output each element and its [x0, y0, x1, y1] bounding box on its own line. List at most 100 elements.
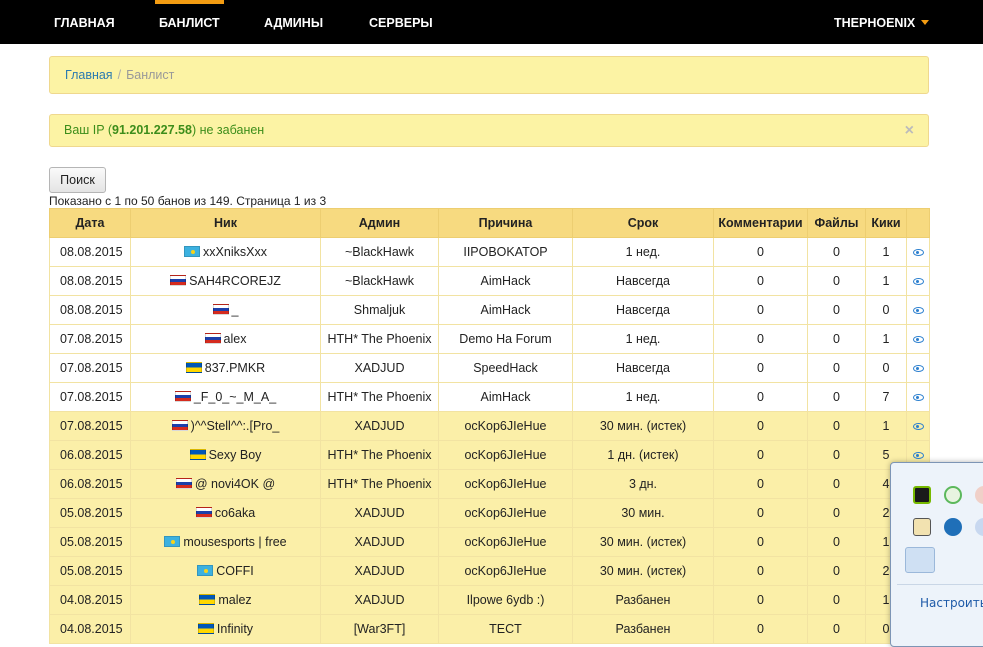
- nav-servers[interactable]: Серверы: [369, 0, 433, 44]
- top-navbar: Главная Банлист Админы Серверы ThePhoeni…: [0, 0, 983, 44]
- eye-icon[interactable]: [912, 452, 924, 460]
- eye-icon[interactable]: [912, 278, 924, 286]
- close-icon[interactable]: ×: [905, 115, 914, 146]
- cell-admin: HTH* The Phoenix: [320, 324, 439, 354]
- cell-term: 30 мин. (истек): [572, 556, 714, 586]
- app-icon[interactable]: [975, 486, 983, 504]
- safely-remove-icon[interactable]: [905, 547, 935, 573]
- cell-view: [906, 237, 930, 267]
- cell-term: 1 нед.: [572, 382, 714, 412]
- cell-files: 0: [807, 353, 866, 383]
- table-row[interactable]: 07.08.2015 837.PMKR XADJUD SpeedHack Навсегд…: [49, 353, 930, 383]
- cell-date: 07.08.2015: [49, 382, 131, 412]
- cell-reason: AimHack: [438, 382, 573, 412]
- table-row[interactable]: 07.08.2015 _F_0_~_M_A_ HTH* The Phoenix Aim…: [49, 382, 930, 412]
- cell-kicks: 1: [865, 324, 907, 354]
- flag-kz-icon: [164, 536, 181, 547]
- search-button[interactable]: Поиск: [49, 167, 106, 193]
- cell-admin: ~BlackHawk: [320, 237, 439, 267]
- col-view-header: [906, 208, 930, 238]
- nick-text: SAH4RCOREJZ: [189, 274, 281, 288]
- eye-icon[interactable]: [912, 307, 924, 315]
- cell-term: Навсегда: [572, 266, 714, 296]
- cell-term: 30 мин.: [572, 498, 714, 528]
- breadcrumb: Главная / Банлист: [49, 56, 929, 94]
- flag-ua-icon: [199, 594, 216, 605]
- col-kicks-header[interactable]: Кики: [865, 208, 907, 238]
- cell-files: 0: [807, 295, 866, 325]
- cell-reason: SpeedHack: [438, 353, 573, 383]
- nvidia-icon[interactable]: [913, 486, 931, 504]
- cell-files: 0: [807, 556, 866, 586]
- table-row[interactable]: 05.08.2015 mousesports | free XADJUD ocKop6…: [49, 527, 930, 557]
- col-nick-header[interactable]: Ник: [130, 208, 321, 238]
- table-row[interactable]: 07.08.2015 alex HTH* The Phoenix Demo Ha Fo…: [49, 324, 930, 354]
- table-row[interactable]: 08.08.2015 _ Shmaljuk AimHack Навсегда 0 0 0: [49, 295, 930, 325]
- cell-admin: HTH* The Phoenix: [320, 382, 439, 412]
- bluetooth-icon[interactable]: [975, 518, 983, 536]
- table-row[interactable]: 08.08.2015 xxXniksXxx ~BlackHawk IIPOBOKATO…: [49, 237, 930, 267]
- tray-customize-link[interactable]: Настроить...: [920, 596, 983, 610]
- cell-term: Разбанен: [572, 585, 714, 615]
- nav-home[interactable]: Главная: [54, 0, 115, 44]
- table-row[interactable]: 08.08.2015 SAH4RCOREJZ ~BlackHawk AimHack На…: [49, 266, 930, 296]
- col-comments-header[interactable]: Комментарии: [713, 208, 808, 238]
- cell-files: 0: [807, 527, 866, 557]
- cell-comments: 0: [713, 585, 808, 615]
- cell-kicks: 0: [865, 295, 907, 325]
- nick-text: alex: [223, 332, 247, 346]
- user-menu[interactable]: ThePhoenix: [834, 0, 930, 44]
- col-admin-header[interactable]: Админ: [320, 208, 439, 238]
- cell-nick: COFFI: [130, 556, 321, 586]
- banlist-table-wrapper: Дата Ник Админ Причина Срок Комментарии …: [49, 208, 930, 644]
- eye-icon[interactable]: [912, 423, 924, 431]
- eye-icon[interactable]: [912, 394, 924, 402]
- table-row[interactable]: 05.08.2015 COFFI XADJUD ocKop6JIeHue 30 мин.…: [49, 556, 930, 586]
- cell-term: Разбанен: [572, 614, 714, 644]
- cell-date: 04.08.2015: [49, 585, 131, 615]
- breadcrumb-current: Банлист: [126, 68, 175, 82]
- cell-date: 05.08.2015: [49, 498, 131, 528]
- flag-ru-icon: [212, 304, 229, 315]
- nick-text: co6aka: [214, 506, 256, 520]
- col-reason-header[interactable]: Причина: [438, 208, 573, 238]
- nick-text: mousesports | free: [183, 535, 287, 549]
- flag-ru-icon: [170, 275, 187, 286]
- cell-kicks: 7: [865, 382, 907, 412]
- cell-nick: Infinity: [130, 614, 321, 644]
- alert-suffix: ) не забанен: [191, 123, 265, 137]
- cell-nick: mousesports | free: [130, 527, 321, 557]
- table-row[interactable]: 04.08.2015 malez XADJUD Ilpowe 6ydb :) Разба…: [49, 585, 930, 615]
- cell-admin: XADJUD: [320, 411, 439, 441]
- eye-icon[interactable]: [912, 249, 924, 257]
- table-row[interactable]: 05.08.2015 co6aka XADJUD ocKop6JIeHue 30 мин…: [49, 498, 930, 528]
- col-date-header[interactable]: Дата: [49, 208, 131, 238]
- alert-ip: 91.201.227.58: [112, 123, 192, 137]
- cell-comments: 0: [713, 295, 808, 325]
- eye-icon[interactable]: [912, 365, 924, 373]
- cell-date: 07.08.2015: [49, 324, 131, 354]
- breadcrumb-home-link[interactable]: Главная: [65, 68, 113, 82]
- update-icon[interactable]: [913, 518, 931, 536]
- nav-admins[interactable]: Админы: [264, 0, 323, 44]
- nick-text: _: [231, 303, 239, 317]
- table-header-row: Дата Ник Админ Причина Срок Комментарии …: [49, 208, 930, 238]
- col-term-header[interactable]: Срок: [572, 208, 714, 238]
- network-icon[interactable]: [944, 518, 962, 536]
- cell-kicks: 1: [865, 237, 907, 267]
- cell-files: 0: [807, 411, 866, 441]
- sync-icon[interactable]: [944, 486, 962, 504]
- col-files-header[interactable]: Файлы: [807, 208, 866, 238]
- cell-nick: _: [130, 295, 321, 325]
- cell-files: 0: [807, 469, 866, 499]
- table-row[interactable]: 06.08.2015 @ novi4OK @ HTH* The Phoenix ocK…: [49, 469, 930, 499]
- table-row[interactable]: 04.08.2015 Infinity [War3FT] TECT Разбанен 0 0…: [49, 614, 930, 644]
- cell-files: 0: [807, 614, 866, 644]
- table-row[interactable]: 06.08.2015 Sexy Boy HTH* The Phoenix ocKop6…: [49, 440, 930, 470]
- cell-reason: ocKop6JIeHue: [438, 556, 573, 586]
- nav-banlist[interactable]: Банлист: [155, 0, 224, 44]
- nick-text: COFFI: [216, 564, 254, 578]
- eye-icon[interactable]: [912, 336, 924, 344]
- cell-kicks: 0: [865, 353, 907, 383]
- table-row[interactable]: 07.08.2015)^^Stell^^:.[Pro_ XADJUD ocKop6J…: [49, 411, 930, 441]
